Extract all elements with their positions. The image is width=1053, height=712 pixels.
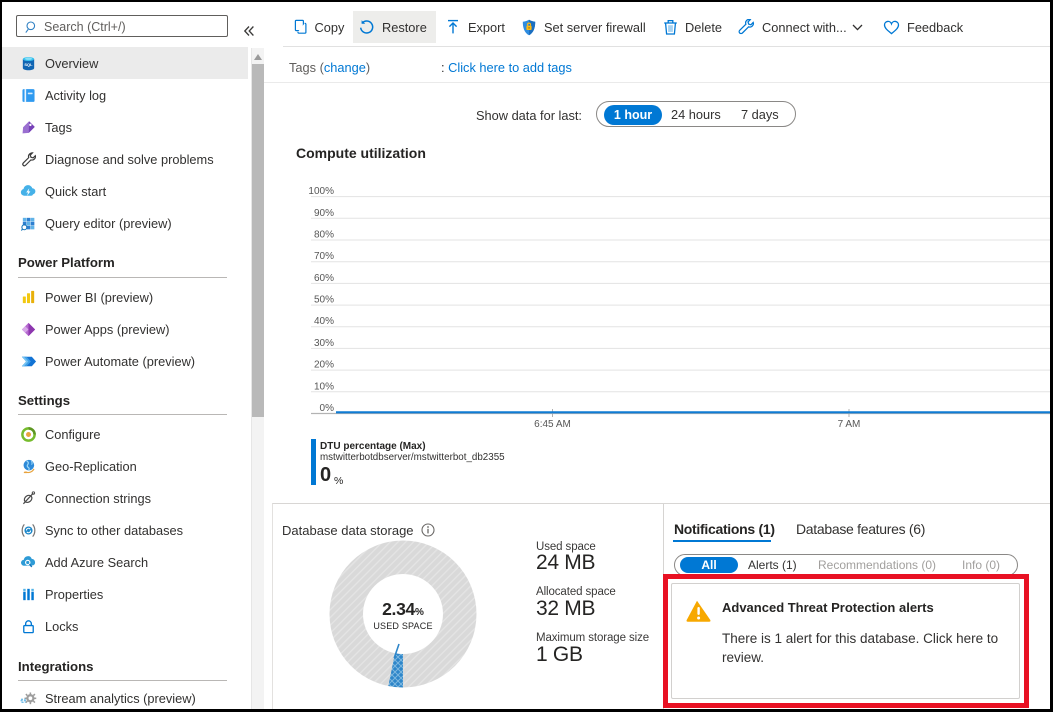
svg-text:60%: 60% bbox=[314, 273, 334, 284]
svg-text:70%: 70% bbox=[314, 251, 334, 262]
svg-text:20%: 20% bbox=[314, 360, 334, 371]
svg-text:0%: 0% bbox=[320, 403, 335, 414]
svg-text:6:45 AM: 6:45 AM bbox=[534, 419, 571, 430]
svg-text:30%: 30% bbox=[314, 338, 334, 349]
svg-text:SQL: SQL bbox=[24, 61, 33, 66]
svg-text:50%: 50% bbox=[314, 295, 334, 306]
svg-text:7 AM: 7 AM bbox=[838, 419, 861, 430]
svg-text:40%: 40% bbox=[314, 316, 334, 327]
svg-text:90%: 90% bbox=[314, 208, 334, 219]
svg-text:80%: 80% bbox=[314, 230, 334, 241]
svg-text:100%: 100% bbox=[308, 186, 334, 197]
svg-text:10%: 10% bbox=[314, 381, 334, 392]
